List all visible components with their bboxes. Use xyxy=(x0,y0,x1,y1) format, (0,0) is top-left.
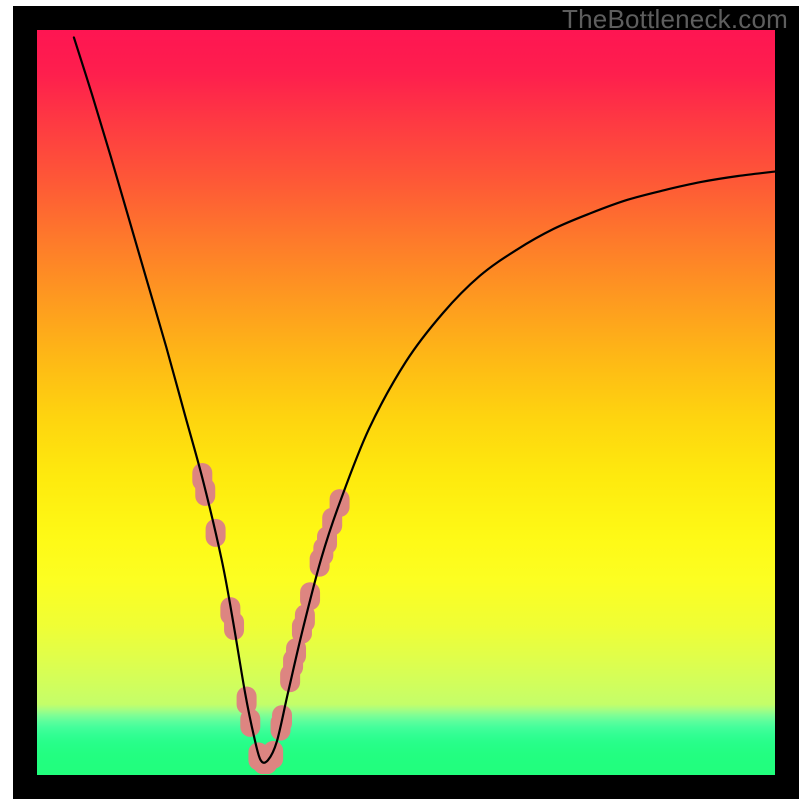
data-marker xyxy=(263,741,283,769)
chart-container: TheBottleneck.com xyxy=(0,0,800,800)
gradient-background xyxy=(37,30,775,775)
bottleneck-chart xyxy=(0,0,800,800)
watermark-text: TheBottleneck.com xyxy=(562,4,788,35)
